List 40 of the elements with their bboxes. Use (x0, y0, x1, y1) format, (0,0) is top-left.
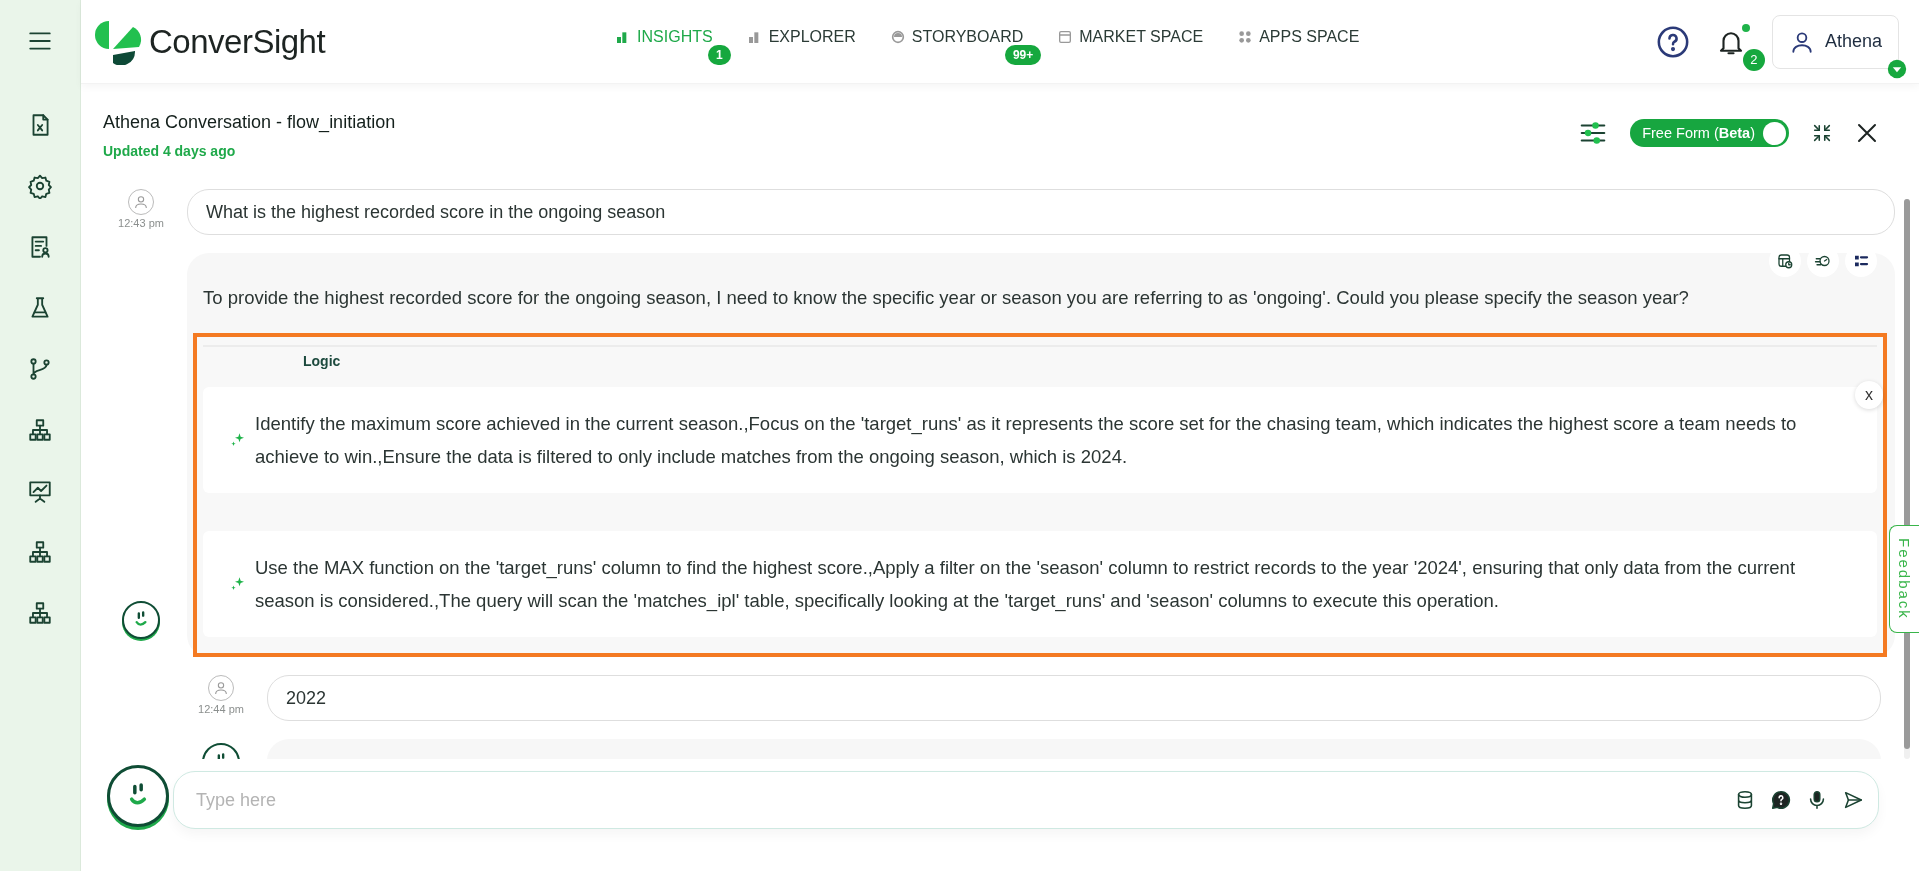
message-time: 12:43 pm (118, 217, 164, 229)
nav-tab[interactable]: MARKET SPACE (1057, 27, 1204, 46)
logic-text: Use the MAX function on the 'target_runs' column to find the highest score.,Apply a filter on the 'season' column to restrict records to the year '2024', ensuring that only data from the current season is considered.,The query will scan the 'matches_ipl' table, specifically looking at the 'target_runs' and 'season' columns to execute this operation. (255, 556, 1797, 614)
message-time: 12:44 pm (198, 703, 244, 715)
gear-icon[interactable] (27, 173, 53, 199)
user-avatar (128, 189, 154, 215)
gauge-icon (889, 28, 906, 45)
bot-message: To provide the highest recorded score for the ongoing season, I need to know the specific year or season you are referring to as 'ongoing'. Could you please specify the season year? (202, 286, 1690, 310)
send-icon[interactable] (1842, 789, 1864, 811)
logic-title: Logic (203, 345, 1877, 379)
nav-tab[interactable]: APPS SPACE (1237, 27, 1360, 46)
nav-tab[interactable]: EXPLORER (746, 27, 856, 46)
close-icon[interactable] (1855, 121, 1879, 145)
hierarchy-icon[interactable] (27, 417, 53, 443)
user-menu-button[interactable]: Athena (1771, 14, 1899, 69)
table-clock-icon (1776, 252, 1794, 270)
help-icon[interactable] (1655, 24, 1690, 59)
count-badge: 2 (1742, 48, 1765, 71)
collapse-icon[interactable] (1811, 122, 1833, 144)
grid-dots-icon (1237, 28, 1254, 45)
hierarchy-icon[interactable] (27, 539, 53, 565)
conversation-title: Athena Conversation - flow_initiation (103, 112, 396, 133)
count-badge: 99+ (1004, 44, 1042, 65)
presentation-chart-icon[interactable] (27, 478, 53, 504)
message-composer[interactable]: Type here (173, 771, 1879, 829)
hierarchy-icon[interactable] (27, 600, 53, 626)
user-message: 2022 (267, 675, 1881, 721)
logic-text: Identify the maximum score achieved in the current season.,Focus on the 'target_runs' as it represents the score set for the chasing team, which indicates the highest score a team needs to achieve to win.,Ensure the data is filtered to only include matches from the ongoing season, which is 2024. (255, 412, 1798, 469)
caret-icon[interactable] (1887, 58, 1907, 79)
question-chat-icon[interactable] (1770, 789, 1792, 811)
updated-text: Updated 4 days ago (103, 143, 237, 159)
logo-mark-icon (95, 18, 143, 65)
branch-icon[interactable] (27, 356, 53, 382)
logo-text: ConverSight (149, 22, 326, 61)
nav-tab[interactable]: STORYBOARD (889, 27, 1024, 46)
count-badge: 1 (708, 44, 731, 65)
user-message: What is the highest recorded score in the ongoing season (187, 189, 1895, 235)
close-button[interactable]: x (1855, 381, 1883, 409)
message-input-field[interactable]: Type here (194, 788, 1734, 812)
user-avatar (208, 675, 234, 701)
